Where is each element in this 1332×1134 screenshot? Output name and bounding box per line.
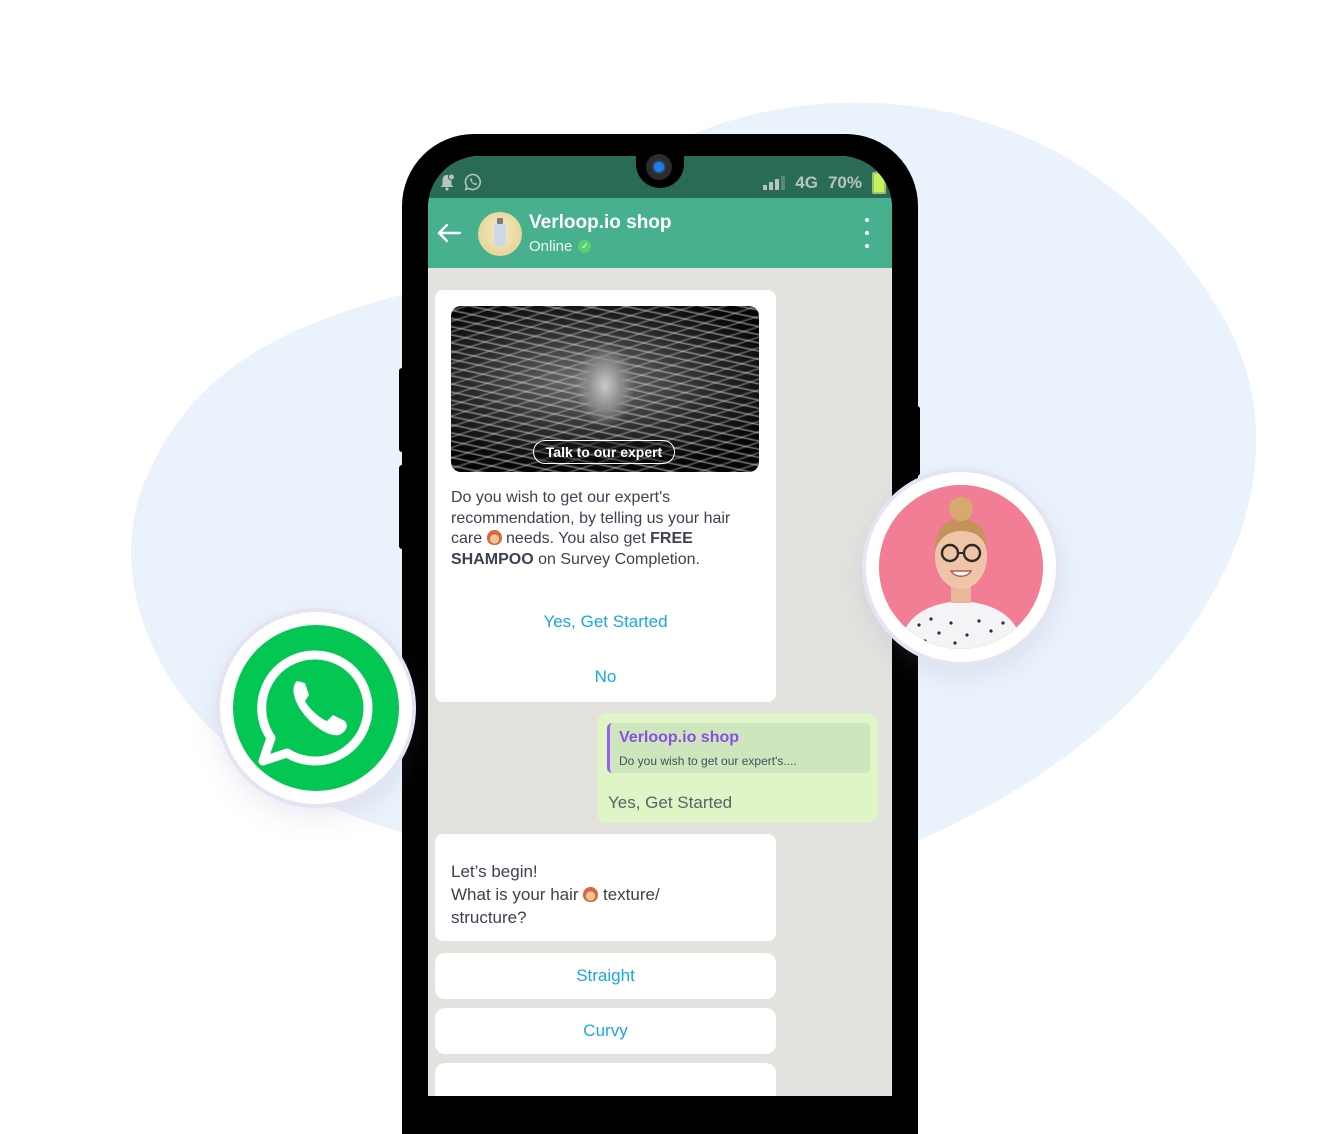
- battery-label: 70%: [827, 173, 862, 192]
- intro-message-text: Do you wish to get our expert's recommen…: [451, 488, 763, 570]
- signal-icon: [763, 176, 786, 190]
- bell-icon: [440, 173, 455, 191]
- camera-icon: [646, 154, 672, 180]
- kebab-menu-icon[interactable]: [864, 218, 870, 248]
- intro-text-part: on Survey Completion.: [533, 550, 700, 568]
- bottle-icon: [494, 218, 506, 246]
- quote-text: Do you wish to get our expert's....: [619, 754, 797, 768]
- phone-side-button-lower: [399, 465, 409, 549]
- chat-header: Verloop.io shop Online ✓: [428, 198, 892, 268]
- quoted-message[interactable]: Verloop.io shop Do you wish to get our e…: [607, 723, 870, 773]
- intro-message-bubble: Talk to our expert Do you wish to get ou…: [435, 290, 776, 702]
- phone-side-button-upper: [399, 368, 409, 452]
- whatsapp-logo-icon: [257, 650, 373, 766]
- quick-reply-yes-get-started[interactable]: Yes, Get Started: [435, 612, 776, 632]
- sent-message-text: Yes, Get Started: [608, 793, 733, 812]
- quick-reply-no[interactable]: No: [435, 667, 776, 687]
- option-curvy[interactable]: Curvy: [435, 1008, 776, 1054]
- check-circle-icon: ✓: [578, 240, 592, 253]
- question-line: texture/: [598, 885, 660, 904]
- question-line: Let’s begin!: [451, 862, 538, 881]
- question-line: What is your hair: [451, 885, 584, 904]
- talk-to-expert-button[interactable]: Talk to our expert: [533, 440, 675, 464]
- agent-illustration: [879, 485, 1043, 649]
- intro-text-part: needs. You also get: [501, 530, 651, 547]
- question-text: Let’s begin! What is your hair texture/ …: [451, 860, 751, 929]
- quote-author: Verloop.io shop: [619, 729, 740, 746]
- agent-photo: [879, 485, 1043, 649]
- phone-screen: 4G 70% Verloop.io shop Online ✓ Talk to …: [428, 156, 892, 1096]
- question-line: structure?: [451, 908, 527, 927]
- chat-title[interactable]: Verloop.io shop: [529, 212, 672, 234]
- phone-power-button: [912, 406, 920, 476]
- hero-image: Talk to our expert: [451, 306, 759, 472]
- whatsapp-badge: [220, 612, 412, 804]
- woman-red-hair-emoji-icon: [583, 887, 599, 902]
- option-next[interactable]: [435, 1063, 776, 1096]
- question-message-bubble: Let’s begin! What is your hair texture/ …: [435, 834, 776, 941]
- sent-message-bubble: Verloop.io shop Do you wish to get our e…: [597, 713, 878, 823]
- arrow-left-icon[interactable]: [436, 220, 462, 246]
- shop-avatar[interactable]: [478, 212, 522, 256]
- option-straight[interactable]: Straight: [435, 953, 776, 999]
- battery-icon: [872, 169, 886, 194]
- whatsapp-icon: [464, 173, 482, 191]
- agent-avatar-badge: [866, 472, 1056, 662]
- chat-status: Online: [529, 238, 573, 255]
- network-label: 4G: [795, 173, 818, 192]
- woman-red-hair-emoji-icon: [486, 530, 502, 545]
